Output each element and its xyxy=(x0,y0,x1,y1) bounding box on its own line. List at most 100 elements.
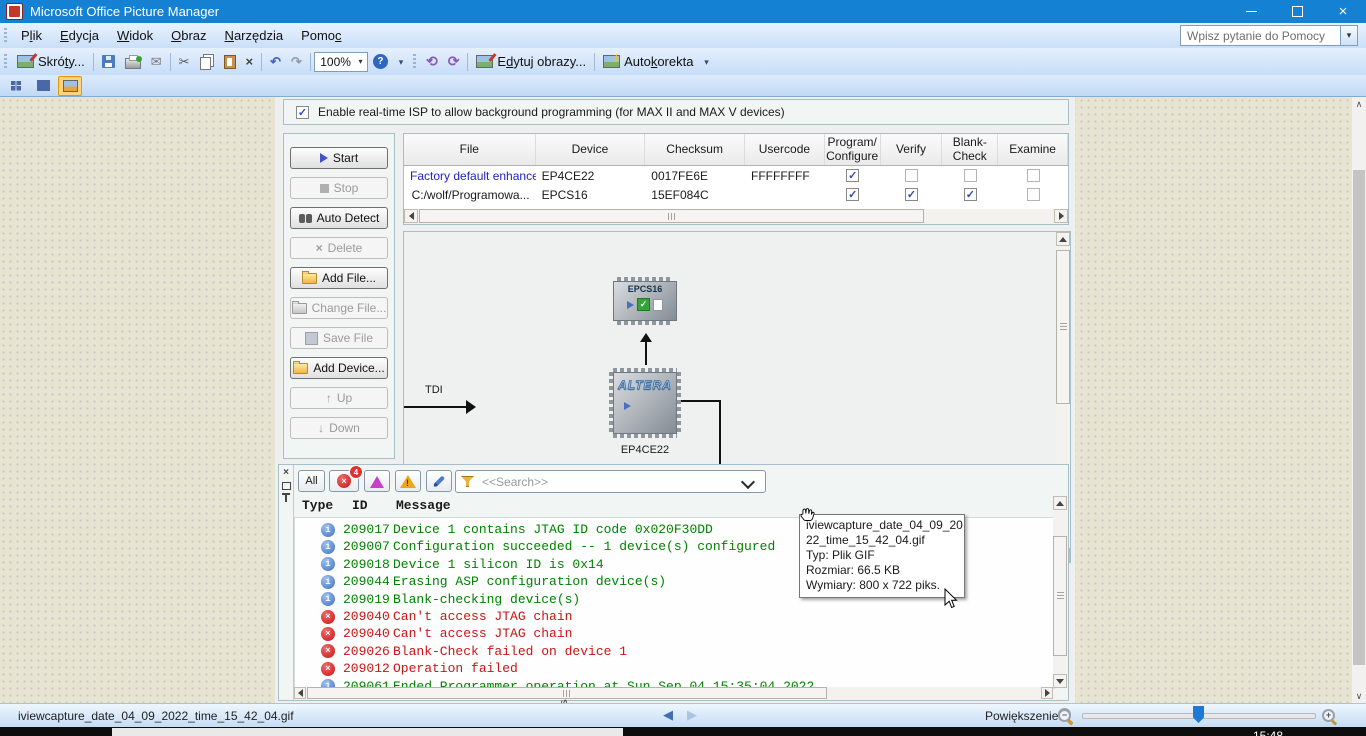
copy-button[interactable] xyxy=(195,52,219,72)
menu-plik[interactable]: Plik xyxy=(12,25,51,46)
scroll-right-button[interactable] xyxy=(1041,687,1053,699)
messages-vscroll-thumb[interactable] xyxy=(1053,536,1067,656)
next-picture-button[interactable]: ▶ xyxy=(687,707,697,723)
header-blank-check[interactable]: Blank- Check xyxy=(942,134,998,165)
toolbar2-overflow-button[interactable]: ▾ xyxy=(700,60,712,64)
menu-narz-dzia[interactable]: Narzędzia xyxy=(216,25,293,46)
toolbar-overflow-button[interactable]: ▾ xyxy=(395,60,407,64)
zoom-dropdown-icon[interactable]: ▾ xyxy=(354,57,367,66)
log-row[interactable]: ×209040Can't access JTAG chain xyxy=(295,625,1035,642)
filmstrip-view-button[interactable] xyxy=(31,76,55,96)
filter-flag-button[interactable] xyxy=(426,470,452,492)
autocorrect-button[interactable]: Autokorekta xyxy=(598,52,698,71)
start-button[interactable]: Start xyxy=(290,147,388,169)
undo-button[interactable]: ↶ xyxy=(265,53,286,70)
paste-button[interactable] xyxy=(219,53,241,71)
log-row[interactable]: ×209026Blank-Check failed on device 1 xyxy=(295,643,1035,660)
scroll-down-button[interactable] xyxy=(1053,674,1067,688)
taskbar-app-button[interactable] xyxy=(112,728,623,736)
rotate-right-button[interactable]: ⟳ xyxy=(443,51,465,72)
scroll-left-button[interactable] xyxy=(404,209,418,223)
scroll-up-button[interactable] xyxy=(1053,496,1067,510)
table-hscrollbar[interactable] xyxy=(404,209,1068,224)
print-button[interactable] xyxy=(120,53,146,71)
messages-vscrollbar[interactable] xyxy=(1053,496,1067,688)
messages-hscroll-thumb[interactable] xyxy=(307,687,827,699)
option-checkbox[interactable]: ✓ xyxy=(1027,188,1040,201)
toolbar-grip[interactable] xyxy=(4,54,7,70)
messages-hscrollbar[interactable] xyxy=(294,687,1053,699)
chip-epcs16[interactable]: EPCS16 ✓ xyxy=(613,277,677,325)
chain-vscroll-thumb[interactable] xyxy=(1056,250,1070,404)
menubar-grip[interactable] xyxy=(4,28,7,44)
table-hscroll-thumb[interactable] xyxy=(419,209,924,223)
header-file[interactable]: File xyxy=(404,134,536,165)
filter-critical-button[interactable] xyxy=(364,470,390,492)
menu-obraz[interactable]: Obraz xyxy=(162,25,215,46)
zoom-combo[interactable]: 100% ▾ xyxy=(314,52,368,72)
cut-button[interactable]: ✂ xyxy=(174,53,195,70)
zoom-in-icon[interactable]: + xyxy=(1322,709,1335,722)
scroll-up-button[interactable] xyxy=(1056,232,1070,246)
thumbnail-view-button[interactable] xyxy=(4,76,28,96)
taskbar[interactable]: 15:48 xyxy=(0,727,1366,736)
isp-checkbox[interactable]: ✓ xyxy=(296,106,309,119)
restore-button[interactable] xyxy=(1274,0,1320,23)
send-button[interactable]: ✉ xyxy=(146,53,167,70)
rotate-left-button[interactable]: ⟲ xyxy=(421,51,443,72)
scroll-up-button[interactable]: ∧ xyxy=(1352,97,1366,111)
redo-button[interactable]: ↷ xyxy=(286,53,307,70)
help-search-dropdown[interactable]: ▾ xyxy=(1340,26,1357,45)
option-checkbox[interactable]: ✓ xyxy=(964,169,977,182)
menu-edycja[interactable]: Edycja xyxy=(51,25,108,46)
panel-pin-icon[interactable] xyxy=(285,495,287,502)
option-checkbox[interactable]: ✓ xyxy=(1027,169,1040,182)
option-checkbox[interactable]: ✓ xyxy=(905,188,918,201)
auto-detect-button[interactable]: Auto Detect xyxy=(290,207,388,229)
header-examine[interactable]: Examine xyxy=(998,134,1068,165)
zoom-slider-thumb[interactable] xyxy=(1193,706,1204,723)
scroll-right-button[interactable] xyxy=(1054,209,1068,223)
filter-all-button[interactable]: All xyxy=(298,470,325,492)
toolbar2-grip[interactable] xyxy=(413,54,416,70)
option-checkbox[interactable]: ✓ xyxy=(964,188,977,201)
shortcuts-button[interactable]: Skróty... xyxy=(12,52,90,71)
chevron-down-icon[interactable] xyxy=(741,475,755,489)
add-file-button[interactable]: Add File... xyxy=(290,267,388,289)
zoom-out-icon[interactable]: − xyxy=(1058,709,1071,722)
main-scrollbar[interactable]: ∧ ∨ xyxy=(1352,97,1366,703)
header-device[interactable]: Device xyxy=(536,134,646,165)
table-row[interactable]: C:/wolf/Programowa...EPCS1615EF084C✓✓✓✓ xyxy=(404,185,1068,204)
scroll-left-button[interactable] xyxy=(294,687,306,699)
log-row[interactable]: ×209012Operation failed xyxy=(295,660,1035,677)
help-button[interactable]: ? xyxy=(368,52,393,71)
message-search-box[interactable]: <<Search>> xyxy=(455,470,766,493)
header-verify[interactable]: Verify xyxy=(881,134,943,165)
panel-float-icon[interactable] xyxy=(282,482,291,490)
panel-close-icon[interactable]: × xyxy=(281,468,291,478)
menu-widok[interactable]: Widok xyxy=(108,25,162,46)
log-row[interactable]: ×209040Can't access JTAG chain xyxy=(295,608,1035,625)
filter-errors-button[interactable]: × 4 xyxy=(329,470,359,492)
scroll-down-button[interactable]: ∨ xyxy=(1352,689,1366,703)
minimize-button[interactable] xyxy=(1228,0,1274,23)
save-button[interactable] xyxy=(97,53,120,70)
previous-picture-button[interactable]: ◀ xyxy=(663,707,673,723)
delete-button[interactable]: × xyxy=(241,53,259,70)
option-checkbox[interactable]: ✓ xyxy=(846,169,859,182)
option-checkbox[interactable]: ✓ xyxy=(905,169,918,182)
header-program-configure[interactable]: Program/ Configure xyxy=(825,134,881,165)
chip-ep4ce22[interactable]: ALTERA xyxy=(609,368,681,438)
close-button[interactable]: × xyxy=(1320,0,1366,23)
single-view-button[interactable] xyxy=(58,76,82,96)
filter-warnings-button[interactable] xyxy=(395,470,421,492)
menu-pomoc[interactable]: Pomoc xyxy=(292,25,350,46)
option-checkbox[interactable]: ✓ xyxy=(846,188,859,201)
edit-pictures-button[interactable]: Edytuj obrazy... xyxy=(471,52,591,71)
header-usercode[interactable]: Usercode xyxy=(745,134,825,165)
help-search-box[interactable]: Wpisz pytanie do Pomocy ▾ xyxy=(1180,25,1358,46)
table-row[interactable]: Factory default enhanced...EP4CE220017FE… xyxy=(404,166,1068,185)
add-device-button[interactable]: Add Device... xyxy=(290,357,388,379)
main-scroll-thumb[interactable] xyxy=(1353,170,1365,665)
header-checksum[interactable]: Checksum xyxy=(645,134,745,165)
